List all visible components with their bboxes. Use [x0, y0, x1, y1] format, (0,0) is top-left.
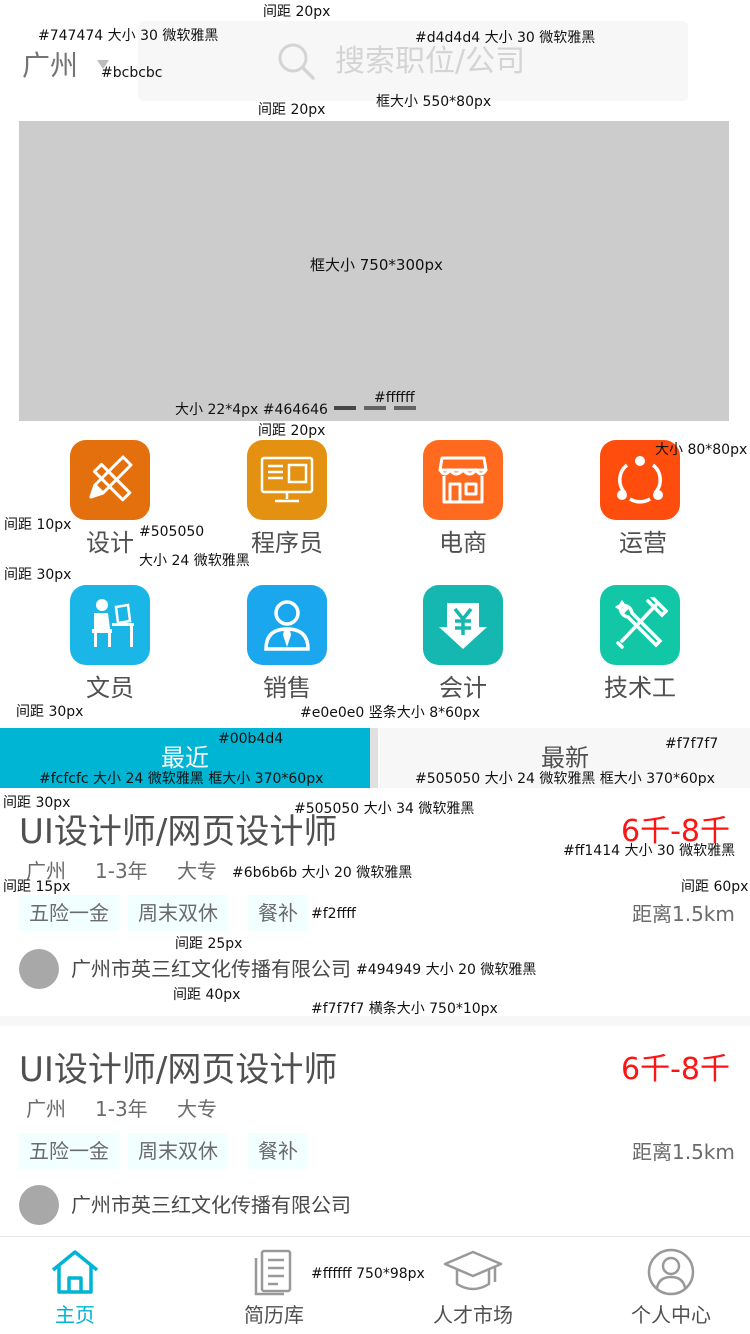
spec-note: 大小 80*80px — [655, 442, 748, 458]
category-sales-button[interactable] — [247, 585, 327, 665]
nav-resume[interactable]: 简历库 — [214, 1248, 334, 1328]
nav-home[interactable]: 主页 — [15, 1248, 135, 1328]
home-icon — [51, 1250, 99, 1294]
job-city: 广州 — [26, 1097, 66, 1121]
job-tag: 周末双休 — [128, 1133, 228, 1169]
banner-label: 框大小 750*300px — [310, 256, 443, 274]
category-technician-button[interactable] — [600, 585, 680, 665]
nav-resume-label: 简历库 — [244, 1303, 304, 1327]
spec-note: #494949 大小 20 微软雅黑 — [356, 962, 537, 978]
job-salary: 6千-8千 — [621, 1052, 730, 1087]
spec-note: #00b4d4 — [218, 731, 284, 747]
category-accounting-label: 会计 — [439, 674, 487, 702]
category-operations-label: 运营 — [619, 529, 667, 557]
spec-note: 框大小 550*80px — [376, 94, 492, 110]
nav-talent-market[interactable]: 人才市场 — [413, 1248, 533, 1328]
job-tag: 周末双休 — [128, 895, 228, 931]
job-title[interactable]: UI设计师/网页设计师 — [19, 1049, 337, 1091]
job-tag: 五险一金 — [19, 895, 119, 931]
banner-dot[interactable] — [394, 406, 416, 410]
yen-download-icon — [439, 603, 487, 649]
spec-note: #fcfcfc 大小 24 微软雅黑 框大小 370*60px — [39, 771, 324, 787]
monitor-code-icon — [260, 456, 314, 503]
spec-note: #505050 大小 24 微软雅黑 框大小 370*60px — [415, 771, 715, 787]
spec-note: #505050 大小 34 微软雅黑 — [294, 801, 475, 817]
city-selector[interactable]: 广州 — [22, 46, 78, 86]
clerk-desk-icon — [92, 599, 134, 647]
job-tag: 餐补 — [248, 895, 308, 931]
search-icon — [278, 43, 315, 80]
category-clerk-label: 文员 — [86, 674, 134, 702]
job-education: 大专 — [177, 1097, 217, 1121]
spec-note: #ffffff 750*98px — [311, 1266, 425, 1282]
spec-note: 间距 20px — [258, 102, 326, 118]
job-education: 大专 — [177, 859, 217, 883]
nav-profile[interactable]: 个人中心 — [611, 1248, 731, 1328]
banner-dot-active[interactable] — [334, 406, 356, 410]
spec-note: 间距 30px — [16, 704, 84, 720]
spec-note: 间距 30px — [4, 567, 72, 583]
category-design-button[interactable] — [70, 440, 150, 520]
spec-note: 间距 30px — [3, 795, 71, 811]
category-sales-label: 销售 — [263, 674, 311, 702]
resume-icon — [254, 1249, 292, 1296]
category-clerk-button[interactable] — [70, 585, 150, 665]
company-name[interactable]: 广州市英三红文化传播有限公司 — [71, 1192, 351, 1218]
spec-note: 间距 20px — [258, 423, 326, 439]
spec-note: #6b6b6b 大小 20 微软雅黑 — [232, 865, 413, 881]
storefront-icon — [438, 456, 488, 504]
category-programmer-button[interactable] — [247, 440, 327, 520]
spec-note: 间距 40px — [173, 987, 241, 1003]
spec-note: #ffffff — [374, 390, 415, 406]
banner-dot[interactable] — [364, 406, 386, 410]
spec-note: 大小 24 微软雅黑 — [139, 553, 250, 569]
spec-note: #f2ffff — [311, 906, 356, 922]
spec-note: 大小 22*4px #464646 — [175, 402, 328, 418]
spec-note: #505050 — [139, 524, 205, 540]
job-title[interactable]: UI设计师/网页设计师 — [19, 811, 337, 853]
category-ecommerce-label: 电商 — [439, 529, 487, 557]
job-experience: 1-3年 — [95, 859, 148, 883]
job-distance: 距离1.5km — [632, 902, 735, 926]
spec-note: #d4d4d4 大小 30 微软雅黑 — [415, 30, 596, 46]
job-experience: 1-3年 — [95, 1097, 148, 1121]
spec-note: 间距 60px — [681, 879, 749, 895]
pencil-ruler-icon — [89, 455, 133, 502]
user-circle-icon — [647, 1248, 695, 1296]
category-accounting-button[interactable] — [423, 585, 503, 665]
spec-note: 间距 15px — [3, 879, 71, 895]
spec-note: #f7f7f7 横条大小 750*10px — [311, 1001, 498, 1017]
graduation-cap-icon — [443, 1250, 503, 1291]
salesperson-icon — [264, 600, 310, 651]
job-distance: 距离1.5km — [632, 1140, 735, 1164]
nav-home-label: 主页 — [55, 1303, 95, 1327]
spec-note: #e0e0e0 竖条大小 8*60px — [300, 705, 481, 721]
spec-note: #f7f7f7 — [665, 736, 719, 752]
tab-divider — [370, 728, 378, 788]
job-tag: 餐补 — [248, 1133, 308, 1169]
nav-talent-market-label: 人才市场 — [433, 1303, 513, 1327]
spec-note: #747474 大小 30 微软雅黑 — [38, 28, 219, 44]
category-technician-label: 技术工 — [604, 674, 676, 702]
search-placeholder[interactable]: 搜索职位/公司 — [335, 42, 525, 82]
nav-profile-label: 个人中心 — [631, 1303, 711, 1327]
spec-note: 间距 10px — [4, 517, 72, 533]
wrench-hammer-icon — [614, 597, 668, 649]
spec-note: 间距 25px — [175, 936, 243, 952]
company-avatar — [19, 1185, 59, 1225]
job-tag: 五险一金 — [19, 1133, 119, 1169]
card-separator — [0, 1016, 750, 1026]
category-ecommerce-button[interactable] — [423, 440, 503, 520]
spec-note: 间距 20px — [263, 4, 331, 20]
spec-note: #ff1414 大小 30 微软雅黑 — [563, 843, 736, 859]
company-avatar — [19, 949, 59, 989]
spec-note: #bcbcbc — [101, 65, 163, 81]
cycle-nodes-icon — [617, 456, 663, 504]
company-name[interactable]: 广州市英三红文化传播有限公司 — [71, 956, 351, 982]
